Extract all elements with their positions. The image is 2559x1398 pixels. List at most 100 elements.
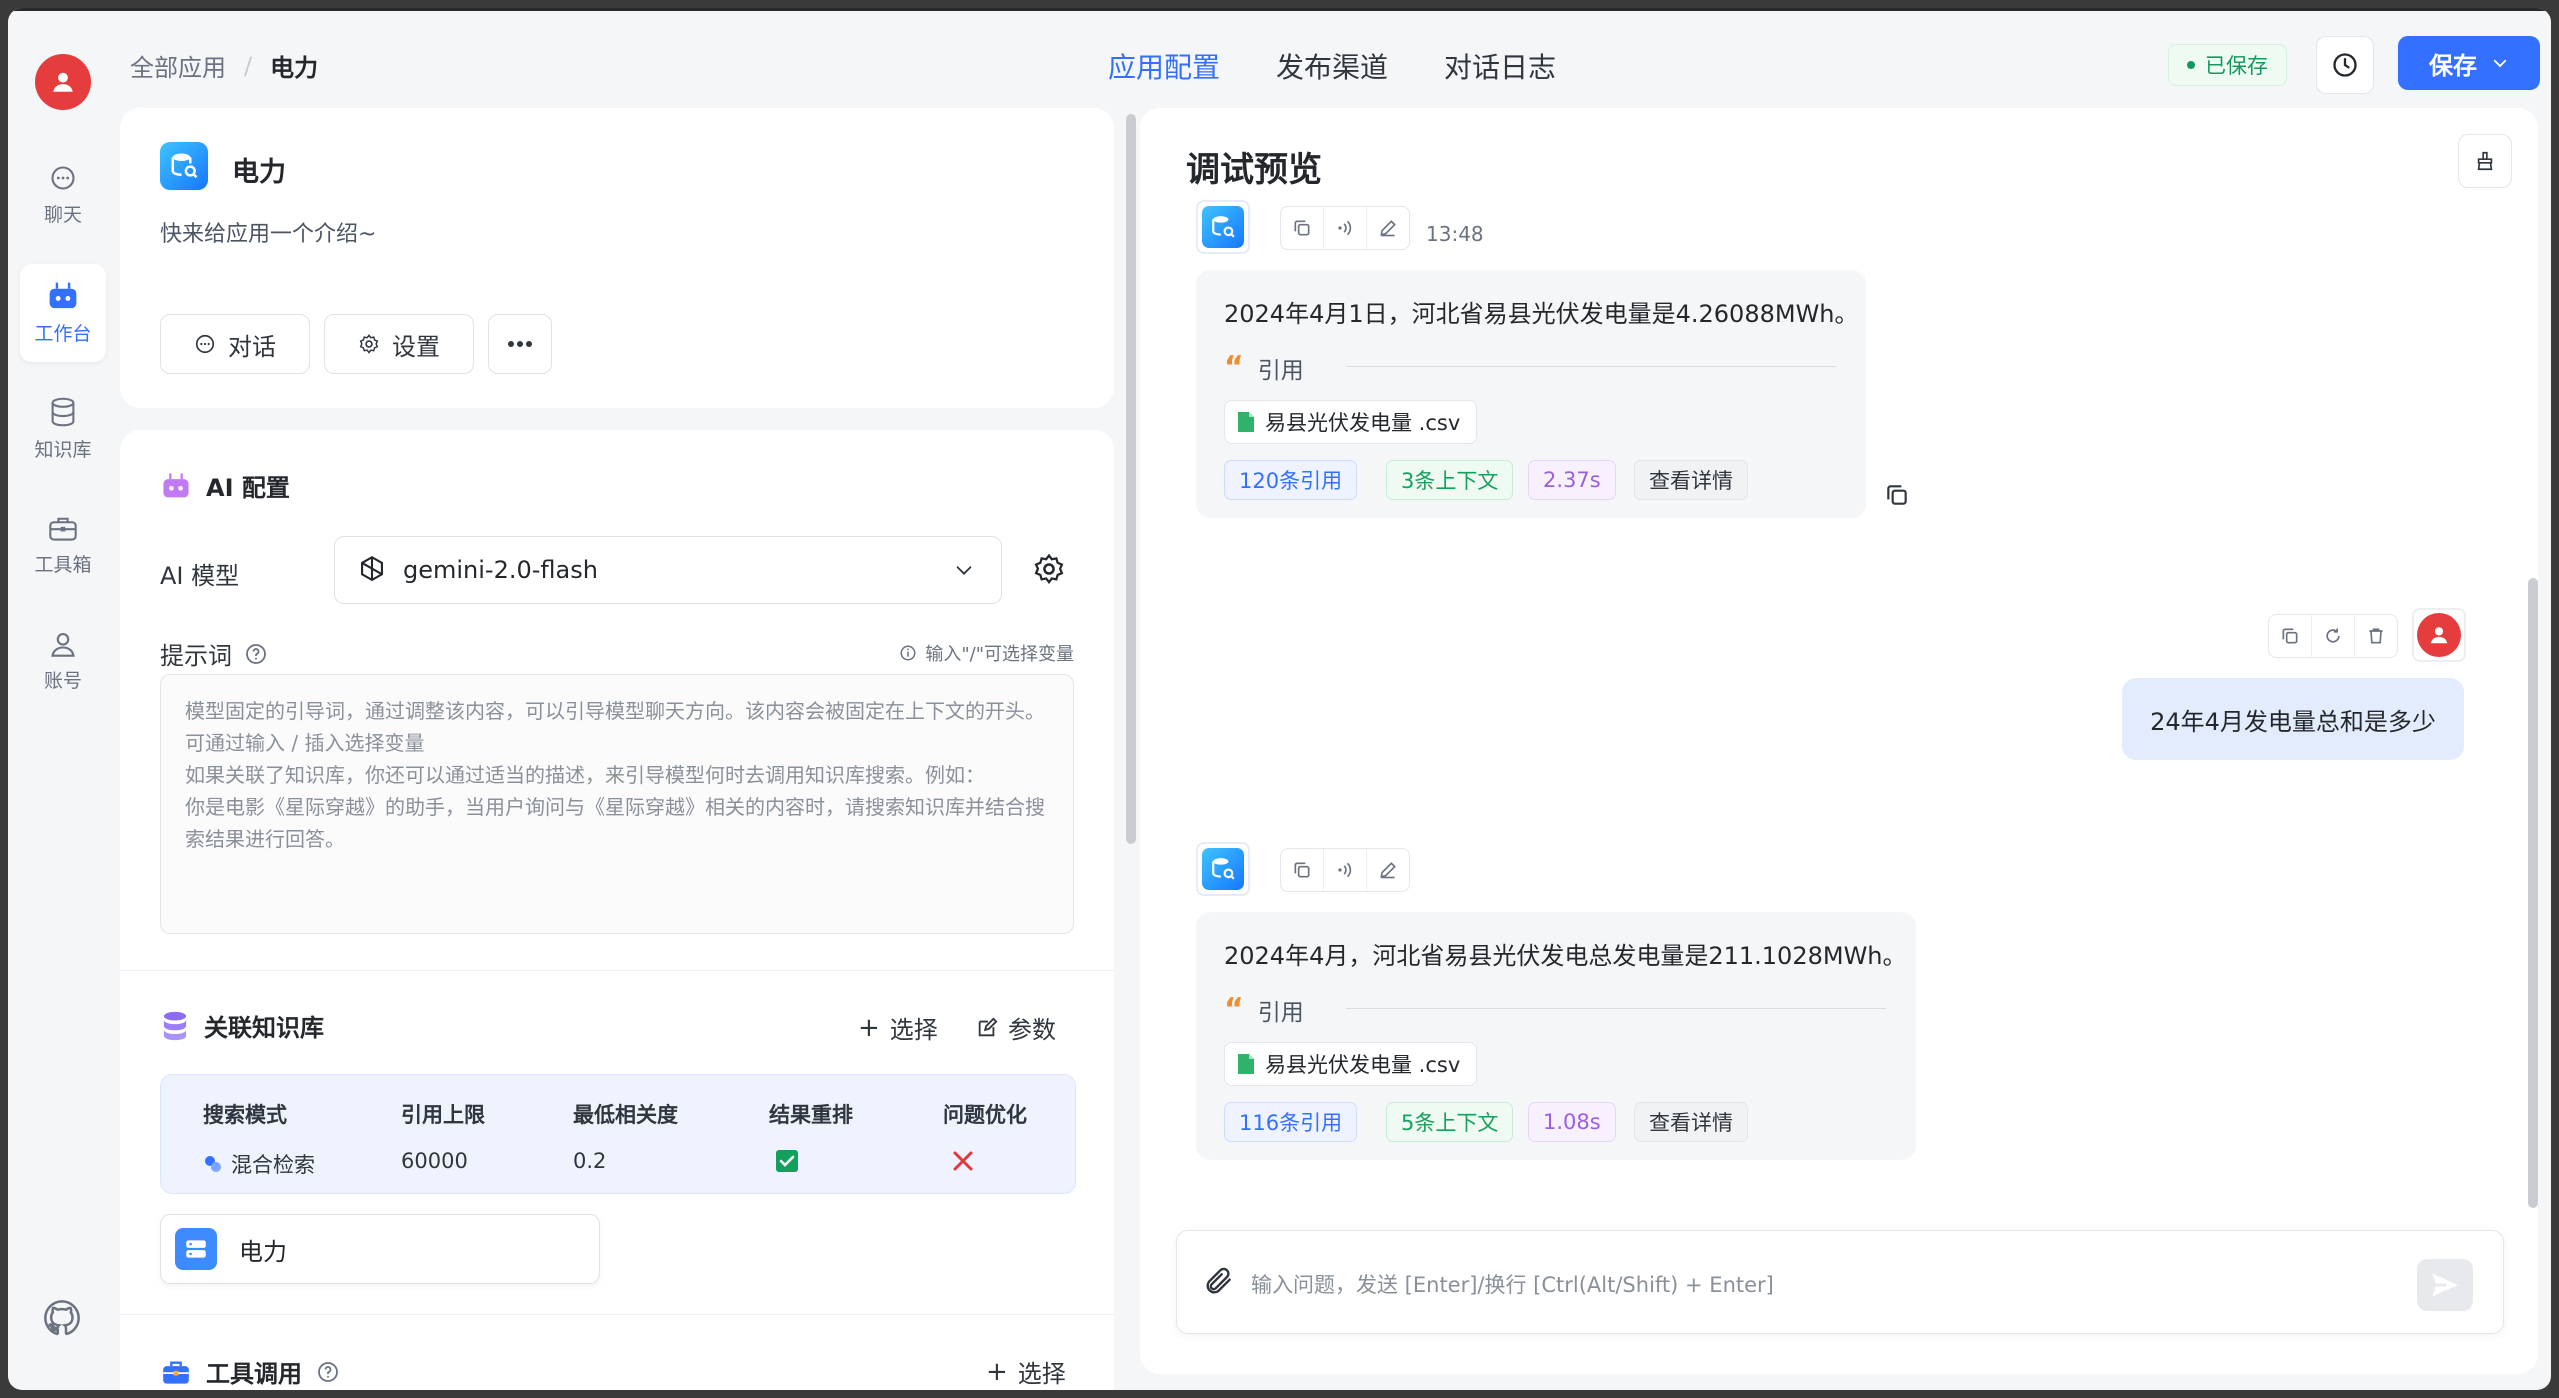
copy-icon[interactable] — [1281, 207, 1324, 249]
toolbox-icon — [163, 1361, 189, 1384]
help-icon[interactable] — [316, 1360, 340, 1384]
message-time: 13:48 — [1426, 222, 1484, 246]
config-card: AI 配置 AI 模型 gemini-2.0-flash 提示词 输入"/"可选… — [120, 430, 1114, 1390]
dataset-icon — [175, 1228, 217, 1270]
database-icon — [163, 1011, 187, 1040]
view-details-button[interactable]: 查看详情 — [1634, 1102, 1748, 1142]
sidebar-item-label: 工具箱 — [34, 553, 92, 576]
edit-icon[interactable] — [1367, 849, 1409, 891]
tools-select-label: 选择 — [1017, 1360, 1066, 1388]
settings-button[interactable]: 设置 — [324, 314, 474, 374]
source-file-name: 易县光伏发电量 .csv — [1265, 411, 1461, 435]
database-search-icon — [1212, 858, 1235, 880]
person-icon — [2430, 627, 2448, 644]
more-button[interactable] — [488, 314, 552, 374]
tools-header: 工具调用 — [160, 1354, 340, 1389]
prompt-textarea[interactable]: 模型固定的引导词，通过调整该内容，可以引导模型聊天方向。该内容会被固定在上下文的… — [160, 674, 1074, 934]
copy-icon[interactable] — [1281, 849, 1324, 891]
delete-icon[interactable] — [2355, 615, 2397, 657]
sidebar-item-chat[interactable]: 聊天 — [20, 146, 106, 244]
chevron-down-icon — [956, 566, 972, 575]
sidebar-item-toolbox[interactable]: 工具箱 — [20, 496, 106, 594]
source-file-chip[interactable]: 易县光伏发电量 .csv — [1224, 400, 1478, 444]
send-icon — [2432, 1273, 2458, 1297]
info-icon — [900, 645, 916, 661]
copy-icon[interactable] — [2269, 615, 2312, 657]
knowledge-params-label: 参数 — [1008, 1016, 1056, 1044]
quote-divider — [1346, 366, 1836, 367]
chat-input-box[interactable]: 输入问题，发送 [Enter]/换行 [Ctrl(Alt/Shift) + En… — [1176, 1230, 2504, 1334]
quote-label: 引用 — [1257, 357, 1304, 384]
app-window: 聊天 工作台 知识库 工具箱 账号 全部应用 / 电力 应用配置 发布渠道 对话… — [8, 8, 2551, 1390]
history-button[interactable] — [2316, 36, 2374, 94]
sidebar: 聊天 工作台 知识库 工具箱 账号 — [8, 8, 120, 1390]
user-icon — [51, 632, 75, 657]
github-icon[interactable] — [42, 1298, 82, 1342]
window-top-edge — [8, 8, 2551, 11]
breadcrumb-separator: / — [244, 51, 253, 80]
search-mode-cell: 混合检索 — [203, 1149, 315, 1179]
citation-count-tag[interactable]: 120条引用 — [1224, 460, 1358, 500]
status-dot — [2187, 61, 2195, 69]
debug-preview-panel: 调试预览 13:48 2024年4月1日，河北省易县光伏发电量是4.26088M… — [1140, 108, 2538, 1374]
prompt-placeholder: 模型固定的引导词，通过调整该内容，可以引导模型聊天方向。该内容会被固定在上下文的… — [185, 699, 1045, 851]
prompt-label-row: 提示词 — [160, 636, 268, 671]
knowledge-header: 关联知识库 — [160, 1008, 324, 1043]
tab-logs[interactable]: 对话日志 — [1444, 46, 1556, 86]
citation-count-tag[interactable]: 116条引用 — [1224, 1102, 1358, 1142]
speaker-icon[interactable] — [1324, 207, 1367, 249]
source-file-chip[interactable]: 易县光伏发电量 .csv — [1224, 1042, 1478, 1086]
user-avatar[interactable] — [35, 54, 91, 110]
speaker-icon[interactable] — [1324, 849, 1367, 891]
quote-icon: “ — [1224, 350, 1244, 385]
breadcrumb-root[interactable]: 全部应用 — [130, 48, 226, 83]
context-count-tag[interactable]: 3条上下文 — [1386, 460, 1514, 500]
knowledge-params-button[interactable]: 参数 — [976, 1010, 1056, 1045]
sidebar-item-knowledge[interactable]: 知识库 — [20, 380, 106, 478]
settings-button-label: 设置 — [392, 332, 440, 361]
config-scrollbar[interactable] — [1126, 114, 1136, 844]
knowledge-select-button[interactable]: + 选择 — [858, 1010, 938, 1045]
knowledge-settings-table[interactable]: 搜索模式 引用上限 最低相关度 结果重排 问题优化 混合检索 60000 0.2 — [160, 1074, 1076, 1194]
saved-status-badge: 已保存 — [2168, 44, 2287, 86]
model-select[interactable]: gemini-2.0-flash — [334, 536, 1002, 604]
save-button[interactable]: 保存 — [2398, 36, 2540, 90]
chat-scrollbar[interactable] — [2528, 578, 2538, 1208]
database-search-icon — [171, 153, 198, 179]
chat-icon — [195, 334, 215, 354]
sidebar-item-label: 知识库 — [34, 438, 92, 461]
message-text: 2024年4月，河北省易县光伏发电总发电量是211.1028MWh。 — [1224, 942, 1907, 970]
tools-select-button[interactable]: + 选择 — [986, 1354, 1066, 1389]
chat-button[interactable]: 对话 — [160, 314, 310, 374]
edit-icon[interactable] — [1367, 207, 1409, 249]
source-file-name: 易县光伏发电量 .csv — [1265, 1053, 1461, 1077]
copy-icon[interactable] — [1884, 482, 1910, 512]
help-icon[interactable] — [244, 642, 268, 666]
sidebar-item-account[interactable]: 账号 — [20, 612, 106, 710]
send-button[interactable] — [2417, 1259, 2473, 1311]
database-icon — [51, 397, 75, 426]
edit-icon — [978, 1017, 998, 1036]
bot-avatar — [1196, 200, 1250, 254]
model-settings-icon[interactable] — [1032, 552, 1066, 590]
view-details-button[interactable]: 查看详情 — [1634, 460, 1748, 500]
clock-icon — [2333, 53, 2357, 77]
gear-icon — [359, 334, 379, 354]
tab-app-config[interactable]: 应用配置 — [1108, 46, 1220, 86]
paperclip-icon[interactable] — [1203, 1265, 1235, 1301]
quote-header: “ 引用 — [1224, 350, 1304, 385]
app-icon — [160, 142, 208, 190]
app-intro[interactable]: 快来给应用一个介绍~ — [160, 216, 376, 248]
knowledge-item[interactable]: 电力 — [160, 1214, 600, 1284]
retry-icon[interactable] — [2312, 615, 2355, 657]
chat-input-placeholder: 输入问题，发送 [Enter]/换行 [Ctrl(Alt/Shift) + En… — [1251, 1273, 1774, 1297]
message-toolbar — [1280, 206, 1410, 250]
breadcrumb: 全部应用 / 电力 — [130, 48, 318, 83]
context-count-tag[interactable]: 5条上下文 — [1386, 1102, 1514, 1142]
csv-file-icon — [1238, 412, 1254, 432]
sidebar-item-workspace[interactable]: 工作台 — [20, 264, 106, 362]
tab-publish[interactable]: 发布渠道 — [1276, 46, 1388, 86]
clear-chat-button[interactable] — [2458, 134, 2512, 188]
robot-icon — [163, 472, 189, 497]
app-info-card: 电力 快来给应用一个介绍~ 对话 设置 — [120, 108, 1114, 408]
